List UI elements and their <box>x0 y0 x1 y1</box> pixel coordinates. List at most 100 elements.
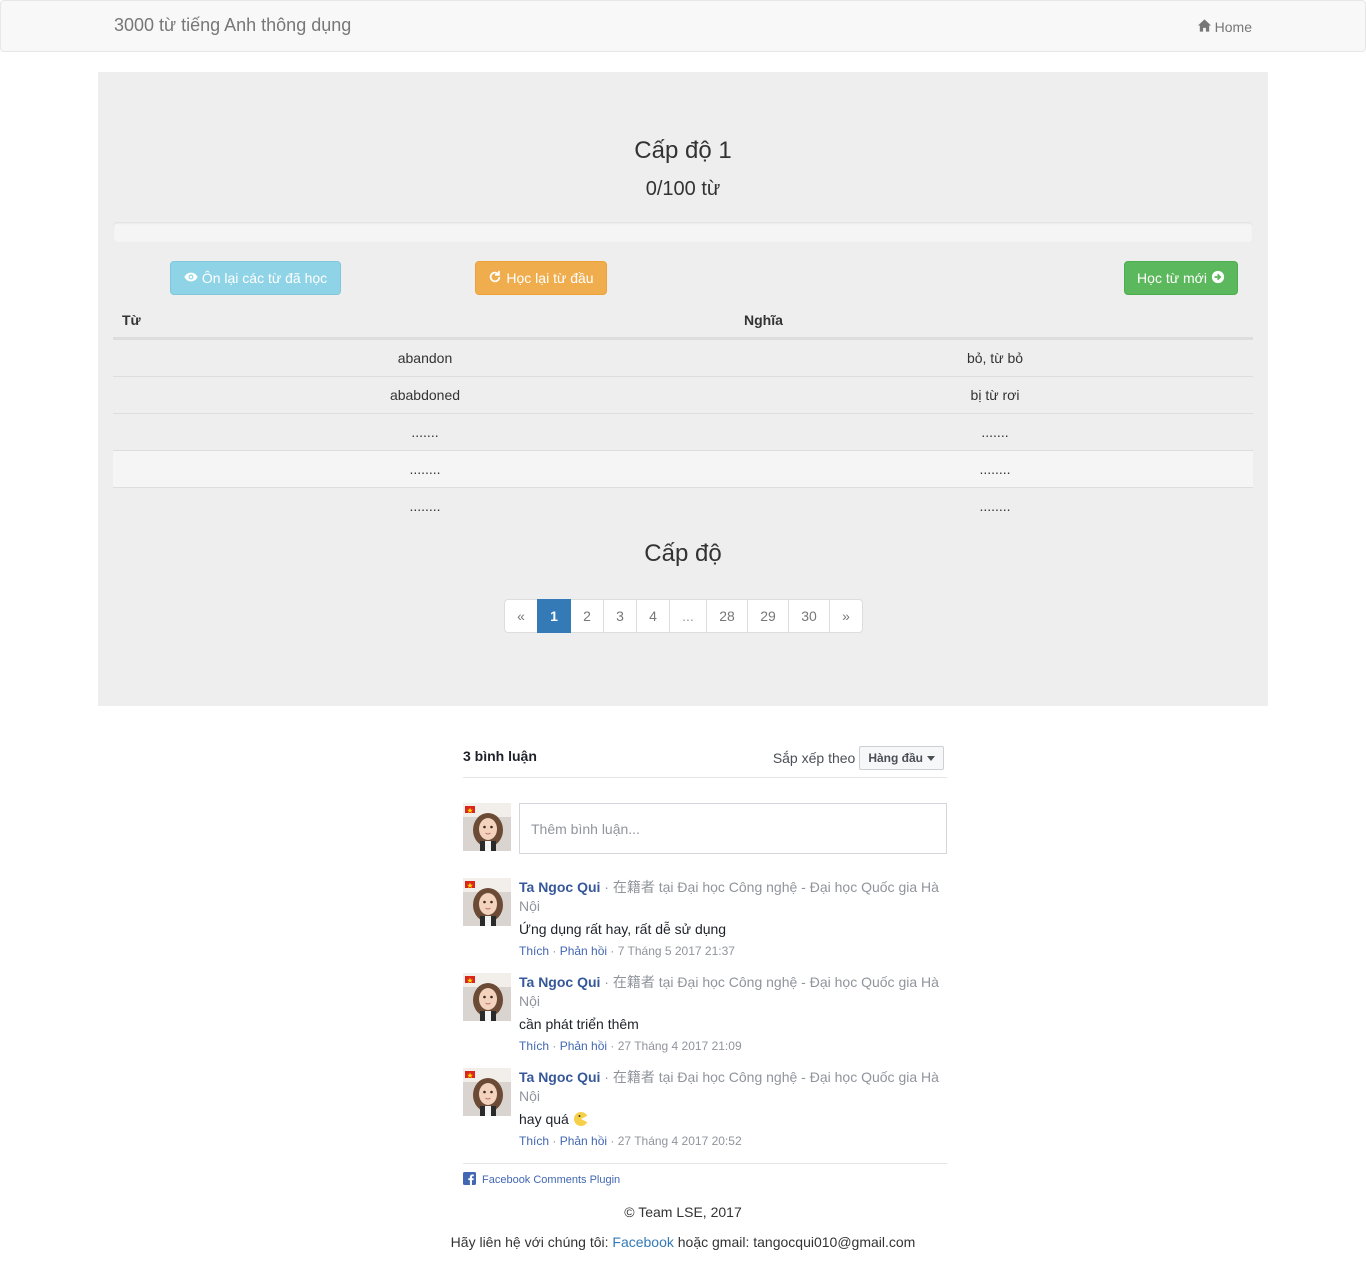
comment-body: Ta Ngoc Qui · 在籍者 tại Đại học Công nghệ … <box>519 973 947 1053</box>
pagination-ellipsis: ... <box>669 599 707 633</box>
word-cell: abandon <box>397 350 453 366</box>
comment-author[interactable]: Ta Ngoc Qui <box>519 974 600 990</box>
sort-value: Hàng đầu <box>868 751 923 765</box>
like-link[interactable]: Thích <box>519 944 549 958</box>
pagination-page-30[interactable]: 30 <box>788 599 830 633</box>
comments-count: 3 bình luận <box>463 748 537 764</box>
eye-icon <box>184 270 198 287</box>
comment-meta: Ta Ngoc Qui · 在籍者 tại Đại học Công nghệ … <box>519 878 947 916</box>
facebook-icon <box>463 1172 476 1188</box>
avatar[interactable] <box>463 878 511 926</box>
comment-body: Ta Ngoc Qui · 在籍者 tại Đại học Công nghệ … <box>519 878 947 958</box>
word-cell: ababdoned <box>389 387 461 403</box>
comment-meta: Ta Ngoc Qui · 在籍者 tại Đại học Công nghệ … <box>519 1068 947 1106</box>
avatar[interactable] <box>463 973 511 1021</box>
navbar: 3000 từ tiếng Anh thông dụng Home <box>0 0 1366 52</box>
sort-label: Sắp xếp theo <box>772 750 856 766</box>
comments-sort: Sắp xếp theo Hàng đầu <box>773 746 944 770</box>
meaning-cell: ....... <box>981 424 1009 440</box>
footer-copyright: © Team LSE, 2017 <box>624 1204 742 1220</box>
pagination-next[interactable]: » <box>829 599 863 633</box>
learn-new-label: Học từ mới <box>1137 270 1207 286</box>
navbar-brand[interactable]: 3000 từ tiếng Anh thông dụng <box>114 15 351 36</box>
comment-time[interactable]: · 27 Tháng 4 2017 20:52 <box>607 1134 741 1148</box>
home-link-label: Home <box>1214 19 1252 35</box>
comment-author[interactable]: Ta Ngoc Qui <box>519 1069 600 1085</box>
table-row: ....... ....... <box>113 413 1253 450</box>
pagination-page-1[interactable]: 1 <box>537 599 571 633</box>
refresh-icon <box>488 270 502 287</box>
new-comment <box>463 803 947 854</box>
comment-author[interactable]: Ta Ngoc Qui <box>519 879 600 895</box>
home-link[interactable]: Home <box>1197 18 1252 36</box>
word-cell: ....... <box>411 424 439 440</box>
pagination-page-2[interactable]: 2 <box>570 599 604 633</box>
comment-input[interactable] <box>519 803 947 854</box>
reply-link[interactable]: Phản hồi <box>560 1039 607 1053</box>
like-link[interactable]: Thích <box>519 1039 549 1053</box>
restart-label: Học lại từ đầu <box>506 270 594 286</box>
vocabulary-table: Từ Nghĩa abandon bỏ, từ bỏ ababdoned bị … <box>113 308 1253 524</box>
review-learned-button[interactable]: Ôn lại các từ đã học <box>170 261 341 295</box>
level-pagination: « 1 2 3 4 ... 28 29 30 » <box>504 599 863 633</box>
word-cell: ........ <box>409 461 441 477</box>
pagination-page-3[interactable]: 3 <box>603 599 637 633</box>
meaning-cell: bỏ, từ bỏ <box>966 350 1024 366</box>
level-title: Cấp độ 1 <box>634 137 732 164</box>
levels-heading: Cấp độ <box>644 540 722 567</box>
table-row: ........ ........ <box>113 487 1253 524</box>
comment-actions: Thích · Phản hồi · 27 Tháng 4 2017 20:52 <box>519 1134 742 1148</box>
contact-prefix: Hãy liên hệ với chúng tôi: <box>450 1234 613 1250</box>
table-row: ababdoned bị từ rơi <box>113 376 1253 413</box>
plugin-label[interactable]: Facebook Comments Plugin <box>482 1174 620 1186</box>
table-header: Từ Nghĩa <box>113 308 1253 339</box>
pagination-prev[interactable]: « <box>504 599 538 633</box>
header-word: Từ <box>122 312 141 328</box>
avatar[interactable] <box>463 1068 511 1116</box>
footer-contact: Hãy liên hệ với chúng tôi: Facebook hoặc… <box>0 1234 1366 1250</box>
comment-text: Ứng dụng rất hay, rất dễ sử dụng <box>519 921 727 937</box>
header-meaning: Nghĩa <box>744 312 783 328</box>
comment-text-wrap: hay quá <box>519 1109 947 1129</box>
comment-item: Ta Ngoc Qui · 在籍者 tại Đại học Công nghệ … <box>463 1068 947 1158</box>
comment-text: cần phát triển thêm <box>519 1016 639 1032</box>
comments-header: 3 bình luận Sắp xếp theo Hàng đầu <box>463 740 947 778</box>
arrow-circle-right-icon <box>1211 270 1225 287</box>
review-learned-label: Ôn lại các từ đã học <box>201 270 328 286</box>
comment-item: Ta Ngoc Qui · 在籍者 tại Đại học Công nghệ … <box>463 878 947 968</box>
level-panel: Cấp độ 1 0/100 từ Ôn lại các từ đã học H… <box>98 72 1268 706</box>
like-link[interactable]: Thích <box>519 1134 549 1148</box>
meaning-cell: bị từ rơi <box>970 387 1020 403</box>
pagination-page-29[interactable]: 29 <box>747 599 789 633</box>
comment-actions: Thích · Phản hồi · 7 Tháng 5 2017 21:37 <box>519 944 735 958</box>
pagination-page-4[interactable]: 4 <box>636 599 670 633</box>
sort-dropdown[interactable]: Hàng đầu <box>859 746 944 770</box>
comments-plugin-footer: Facebook Comments Plugin <box>463 1163 947 1188</box>
reply-link[interactable]: Phản hồi <box>560 1134 607 1148</box>
level-word-count: 0/100 từ <box>645 178 721 200</box>
comment-actions: Thích · Phản hồi · 27 Tháng 4 2017 21:09 <box>519 1039 742 1053</box>
word-cell: ........ <box>409 498 441 514</box>
caret-down-icon <box>927 755 935 761</box>
table-row: ........ ........ <box>113 450 1253 487</box>
reply-link[interactable]: Phản hồi <box>560 944 607 958</box>
facebook-link[interactable]: Facebook <box>612 1234 673 1250</box>
level-progress-bar <box>113 222 1253 242</box>
comment-time[interactable]: · 7 Tháng 5 2017 21:37 <box>607 944 735 958</box>
facebook-comments: 3 bình luận Sắp xếp theo Hàng đầu Ta Ngo… <box>463 740 947 1186</box>
contact-suffix: hoặc gmail: tangocqui010@gmail.com <box>673 1234 916 1250</box>
learn-new-button[interactable]: Học từ mới <box>1124 261 1238 295</box>
home-icon <box>1197 18 1212 36</box>
table-row: abandon bỏ, từ bỏ <box>113 339 1253 376</box>
comment-time[interactable]: · 27 Tháng 4 2017 21:09 <box>607 1039 741 1053</box>
meaning-cell: ........ <box>979 461 1011 477</box>
comment-text: hay quá <box>519 1111 573 1127</box>
meaning-cell: ........ <box>979 498 1011 514</box>
pagination-page-28[interactable]: 28 <box>706 599 748 633</box>
emoji-icon <box>573 1111 589 1127</box>
comment-meta: Ta Ngoc Qui · 在籍者 tại Đại học Công nghệ … <box>519 973 947 1011</box>
comment-item: Ta Ngoc Qui · 在籍者 tại Đại học Công nghệ … <box>463 973 947 1063</box>
avatar <box>463 803 511 851</box>
comment-body: Ta Ngoc Qui · 在籍者 tại Đại học Công nghệ … <box>519 1068 947 1148</box>
restart-button[interactable]: Học lại từ đầu <box>475 261 607 295</box>
